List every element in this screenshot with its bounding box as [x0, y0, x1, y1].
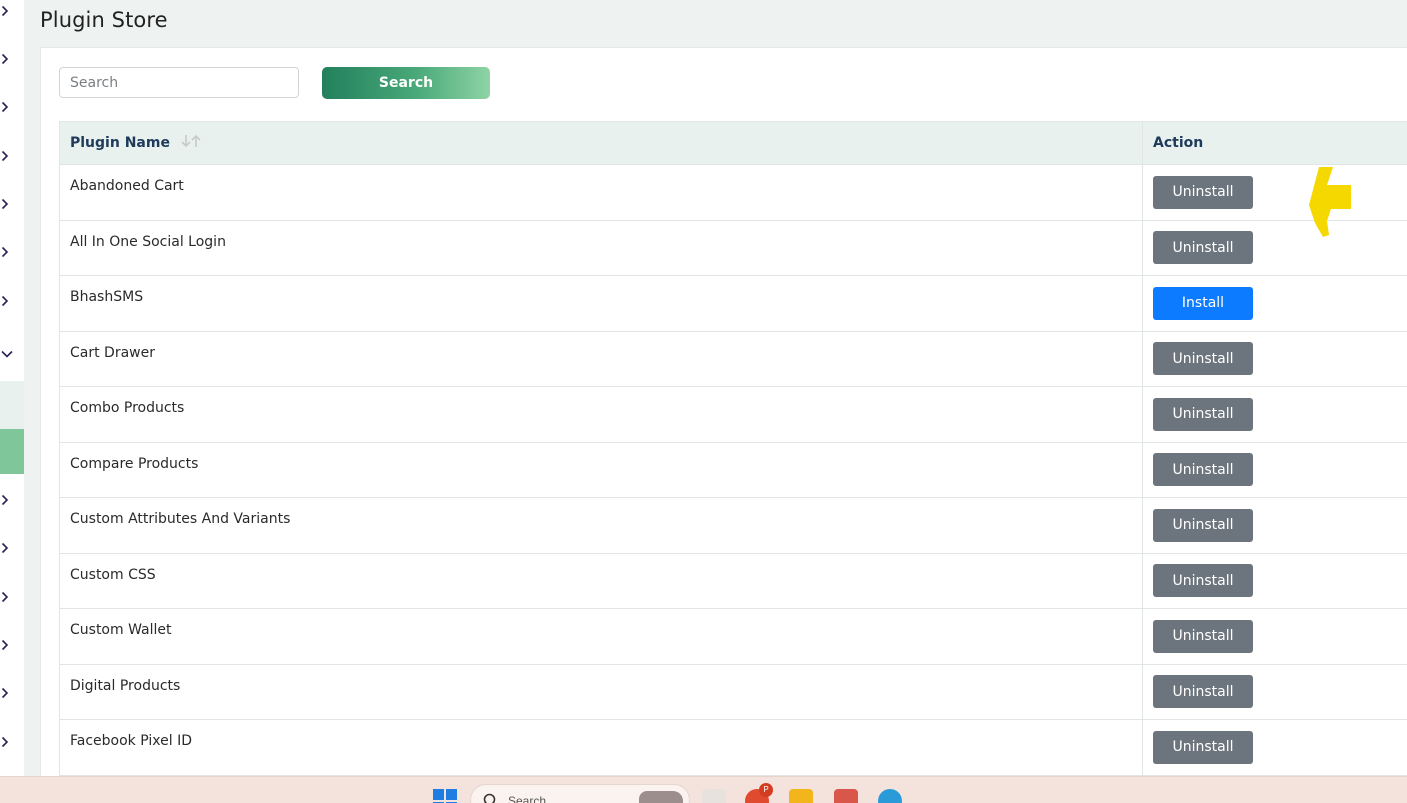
table-row: Abandoned Cart Uninstall	[60, 165, 1407, 221]
chevron-right-icon[interactable]	[0, 735, 10, 749]
action-cell: Uninstall	[1143, 609, 1407, 665]
uninstall-button[interactable]: Uninstall	[1153, 675, 1253, 708]
plugin-name: All In One Social Login	[60, 220, 1143, 276]
plugin-name: Compare Products	[60, 442, 1143, 498]
table-row: Compare Products Uninstall	[60, 442, 1407, 498]
uninstall-button[interactable]: Uninstall	[1153, 453, 1253, 486]
action-cell: Install	[1143, 276, 1407, 332]
table-row: Custom Wallet Uninstall	[60, 609, 1407, 665]
plugin-name: Custom Attributes And Variants	[60, 498, 1143, 554]
edge-browser-icon[interactable]	[878, 789, 902, 803]
plugin-name: Facebook Pixel ID	[60, 720, 1143, 776]
action-cell: Uninstall	[1143, 331, 1407, 387]
action-cell: Uninstall	[1143, 442, 1407, 498]
sort-arrows-icon[interactable]	[181, 134, 203, 152]
taskbar-search[interactable]: Search	[470, 784, 690, 803]
table-header-row: Plugin Name Action	[60, 122, 1407, 165]
table-row: All In One Social Login Uninstall	[60, 220, 1407, 276]
chevron-down-icon[interactable]	[0, 347, 14, 361]
notification-badge: P	[759, 783, 773, 797]
table-row: Combo Products Uninstall	[60, 387, 1407, 443]
action-cell: Uninstall	[1143, 664, 1407, 720]
action-cell: Uninstall	[1143, 165, 1407, 221]
chevron-right-icon[interactable]	[0, 294, 10, 308]
chevron-right-icon[interactable]	[0, 245, 10, 259]
search-highlight-image	[639, 791, 683, 803]
uninstall-button[interactable]: Uninstall	[1153, 176, 1253, 209]
chevron-right-icon[interactable]	[0, 100, 10, 114]
search-input[interactable]	[59, 67, 299, 98]
table-row: BhashSMS Install	[60, 276, 1407, 332]
uninstall-button[interactable]: Uninstall	[1153, 620, 1253, 653]
plugin-name: Cart Drawer	[60, 331, 1143, 387]
os-taskbar: Search P	[0, 776, 1407, 803]
action-cell: Uninstall	[1143, 720, 1407, 776]
search-button[interactable]: Search	[322, 67, 490, 99]
table-row: Custom CSS Uninstall	[60, 553, 1407, 609]
action-cell: Uninstall	[1143, 553, 1407, 609]
uninstall-button[interactable]: Uninstall	[1153, 564, 1253, 597]
task-view-icon[interactable]	[702, 789, 726, 803]
chevron-right-icon[interactable]	[0, 52, 10, 66]
uninstall-button[interactable]: Uninstall	[1153, 342, 1253, 375]
plugin-store-card: Search Plugin Name Action	[40, 47, 1407, 777]
plugin-name: Digital Products	[60, 664, 1143, 720]
chevron-right-icon[interactable]	[0, 149, 10, 163]
action-cell: Uninstall	[1143, 387, 1407, 443]
chevron-right-icon[interactable]	[0, 686, 10, 700]
column-header-plugin-name-label: Plugin Name	[70, 135, 170, 151]
plugin-name: Combo Products	[60, 387, 1143, 443]
windows-start-icon[interactable]	[433, 789, 457, 803]
chevron-right-icon[interactable]	[0, 493, 10, 507]
install-button[interactable]: Install	[1153, 287, 1253, 320]
action-cell: Uninstall	[1143, 220, 1407, 276]
chevron-right-icon[interactable]	[0, 4, 10, 18]
table-row: Custom Attributes And Variants Uninstall	[60, 498, 1407, 554]
snipping-tool-icon[interactable]	[834, 789, 858, 803]
chevron-right-icon[interactable]	[0, 638, 10, 652]
hand-pointer-icon	[1305, 165, 1353, 245]
uninstall-button[interactable]: Uninstall	[1153, 398, 1253, 431]
plugin-name: Custom CSS	[60, 553, 1143, 609]
file-explorer-icon[interactable]	[789, 789, 813, 803]
action-cell: Uninstall	[1143, 498, 1407, 554]
chevron-right-icon[interactable]	[0, 197, 10, 211]
column-header-action: Action	[1143, 122, 1407, 165]
sidebar-gutter	[24, 0, 40, 776]
sidebar	[0, 0, 24, 776]
table-row: Digital Products Uninstall	[60, 664, 1407, 720]
plugin-name: Abandoned Cart	[60, 165, 1143, 221]
plugin-name: Custom Wallet	[60, 609, 1143, 665]
sidebar-item-selected-parent[interactable]	[0, 381, 24, 429]
table-row: Cart Drawer Uninstall	[60, 331, 1407, 387]
page-title: Plugin Store	[40, 8, 168, 32]
uninstall-button[interactable]: Uninstall	[1153, 231, 1253, 264]
sidebar-item-active[interactable]	[0, 429, 24, 474]
table-row: Facebook Pixel ID Uninstall	[60, 720, 1407, 776]
plugin-name: BhashSMS	[60, 276, 1143, 332]
uninstall-button[interactable]: Uninstall	[1153, 509, 1253, 542]
chevron-right-icon[interactable]	[0, 590, 10, 604]
column-header-plugin-name[interactable]: Plugin Name	[60, 122, 1143, 165]
uninstall-button[interactable]: Uninstall	[1153, 731, 1253, 764]
chevron-right-icon[interactable]	[0, 541, 10, 555]
plugin-table: Plugin Name Action Abandoned Cart Uni	[59, 121, 1407, 776]
